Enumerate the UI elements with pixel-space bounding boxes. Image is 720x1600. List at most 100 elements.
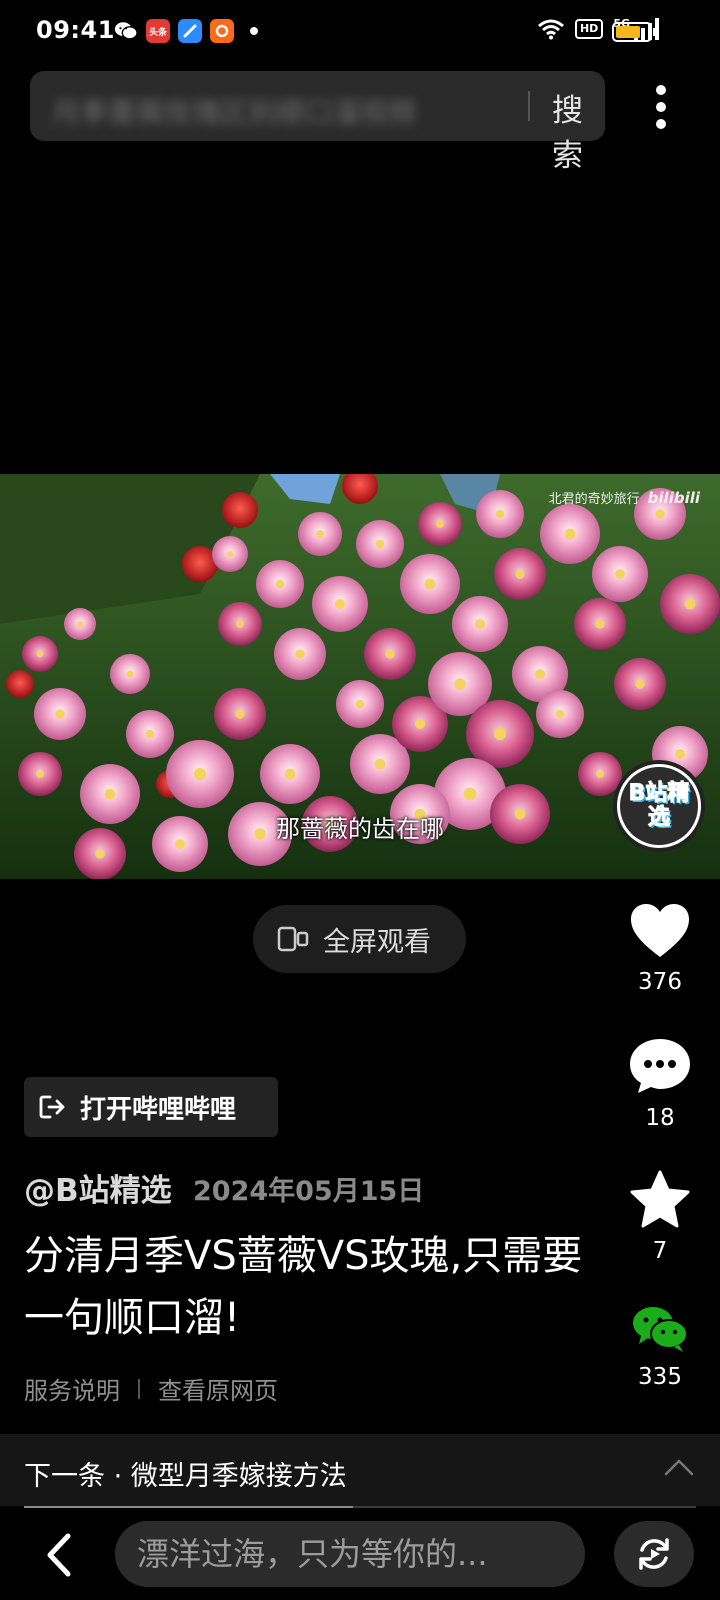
rose-center (684, 598, 696, 610)
footer-divider (138, 1378, 140, 1399)
wechat-share-button[interactable]: 335 (620, 1304, 700, 1390)
rose-center (655, 509, 665, 519)
rose-center (193, 767, 207, 781)
next-item-bar[interactable]: 下一条 · 微型月季嫁接方法 (0, 1434, 720, 1506)
rose-center (316, 530, 324, 538)
status-app-icons: 头条 (114, 19, 258, 43)
rose-center (454, 678, 466, 690)
rose-center (295, 649, 305, 659)
rose-center (36, 770, 44, 778)
rose-center (674, 748, 686, 760)
bzhan-selection-badge: B站精选 (613, 760, 705, 852)
search-query[interactable]: 月季蔷薇玫瑰区别顺口溜视频 (52, 91, 416, 131)
rose-center (275, 579, 285, 589)
battery-level (616, 26, 640, 38)
bilibili-logo: bilibili (647, 488, 700, 507)
rose-center (595, 619, 605, 629)
rose-center (515, 569, 525, 579)
video-watermark: 北君的奇妙旅行 bilibili (548, 488, 700, 508)
notification-dot (250, 27, 258, 35)
back-arrow-icon[interactable] (36, 1530, 86, 1580)
next-progress-track (24, 1506, 696, 1508)
favorite-button[interactable]: 7 (620, 1170, 700, 1264)
view-original-link[interactable]: 查看原网页 (158, 1371, 278, 1406)
comment-count: 18 (645, 1105, 675, 1131)
next-progress-fill (24, 1506, 354, 1508)
fullscreen-icon (277, 926, 309, 952)
rose-center (555, 709, 565, 719)
rose-center (226, 550, 234, 558)
rose-center (235, 709, 245, 719)
rose-center (145, 729, 155, 739)
more-menu-icon[interactable] (643, 82, 679, 132)
search-divider (528, 91, 530, 121)
rose-center (55, 709, 65, 719)
rose-center (95, 849, 105, 859)
author-name[interactable]: @B站精选 (24, 1165, 172, 1210)
heart-icon (631, 904, 689, 957)
wifi-icon (538, 19, 564, 40)
rose-center (493, 727, 507, 741)
rose-center (77, 621, 83, 627)
red-rose (6, 670, 34, 698)
fullscreen-label: 全屏观看 (323, 926, 431, 958)
share-count: 335 (638, 1364, 682, 1390)
battery-tip (653, 28, 657, 36)
wechat-icon (633, 1307, 688, 1352)
badge-text: B站精选 (620, 767, 698, 845)
battery-icon (612, 22, 652, 42)
video-subtitle: 那蔷薇的齿在哪 (276, 815, 444, 843)
comment-input[interactable]: 漂洋过海，只为等你的... (115, 1521, 585, 1587)
rose-center (334, 598, 346, 610)
open-external-icon (39, 1095, 65, 1119)
favorite-count: 7 (652, 1238, 668, 1264)
rose-center (36, 650, 44, 658)
rose-center (635, 679, 645, 689)
next-item-label: 下一条 · 微型月季嫁接方法 (24, 1461, 347, 1492)
rose-center (126, 670, 134, 678)
watermark-channel: 北君的奇妙旅行 (548, 492, 640, 507)
hd-badge: HD (574, 19, 604, 39)
open-bilibili-button[interactable]: 打开哔哩哔哩 (24, 1077, 278, 1137)
rose-center (424, 578, 436, 590)
rose-center (534, 668, 546, 680)
rose-center (385, 649, 395, 659)
post-title: 分清月季VS蔷薇VS玫瑰,只需要一句顺口溜! (24, 1233, 583, 1341)
rose-center (104, 788, 116, 800)
rose-center (355, 699, 365, 709)
fullscreen-button[interactable]: 全屏观看 (253, 905, 466, 973)
rose-center (564, 528, 576, 540)
app-icon (210, 19, 234, 43)
wechat-icon (114, 19, 138, 43)
rose-center (436, 520, 444, 528)
service-info-link[interactable]: 服务说明 (24, 1371, 120, 1406)
toutiao-icon: 头条 (146, 19, 170, 43)
comment-bubble-icon (630, 1039, 690, 1093)
rose-center (596, 770, 604, 778)
rose-center (463, 787, 477, 801)
status-time: 09:41 (36, 16, 115, 44)
search-bar[interactable]: 月季蔷薇玫瑰区别顺口溜视频 搜索 (30, 71, 605, 174)
status-bar: 09:41 头条 HD 5G (0, 0, 720, 64)
rose-center (284, 768, 296, 780)
red-rose (222, 492, 258, 528)
open-bilibili-label: 打开哔哩哔哩 (80, 1094, 237, 1125)
rose-center (474, 618, 486, 630)
refresh-button[interactable] (614, 1521, 694, 1587)
star-icon (630, 1170, 690, 1228)
chevron-up-icon[interactable] (664, 1458, 694, 1476)
search-button[interactable]: 搜索 (552, 85, 605, 175)
rose-center (414, 718, 426, 730)
browser-icon (178, 19, 202, 43)
rose-center (236, 620, 244, 628)
video-player[interactable]: 北君的奇妙旅行 bilibili 那蔷薇的齿在哪 B站精选 (0, 474, 720, 879)
like-count: 376 (638, 969, 682, 995)
footer-links: 服务说明 查看原网页 (24, 1371, 278, 1406)
rose-center (375, 539, 385, 549)
comment-button[interactable]: 18 (620, 1037, 700, 1131)
rose-center (495, 509, 505, 519)
rose-center (374, 758, 386, 770)
refresh-icon (639, 1538, 669, 1570)
publish-date: 2024年05月15日 (193, 1176, 425, 1207)
like-button[interactable]: 376 (620, 903, 700, 995)
